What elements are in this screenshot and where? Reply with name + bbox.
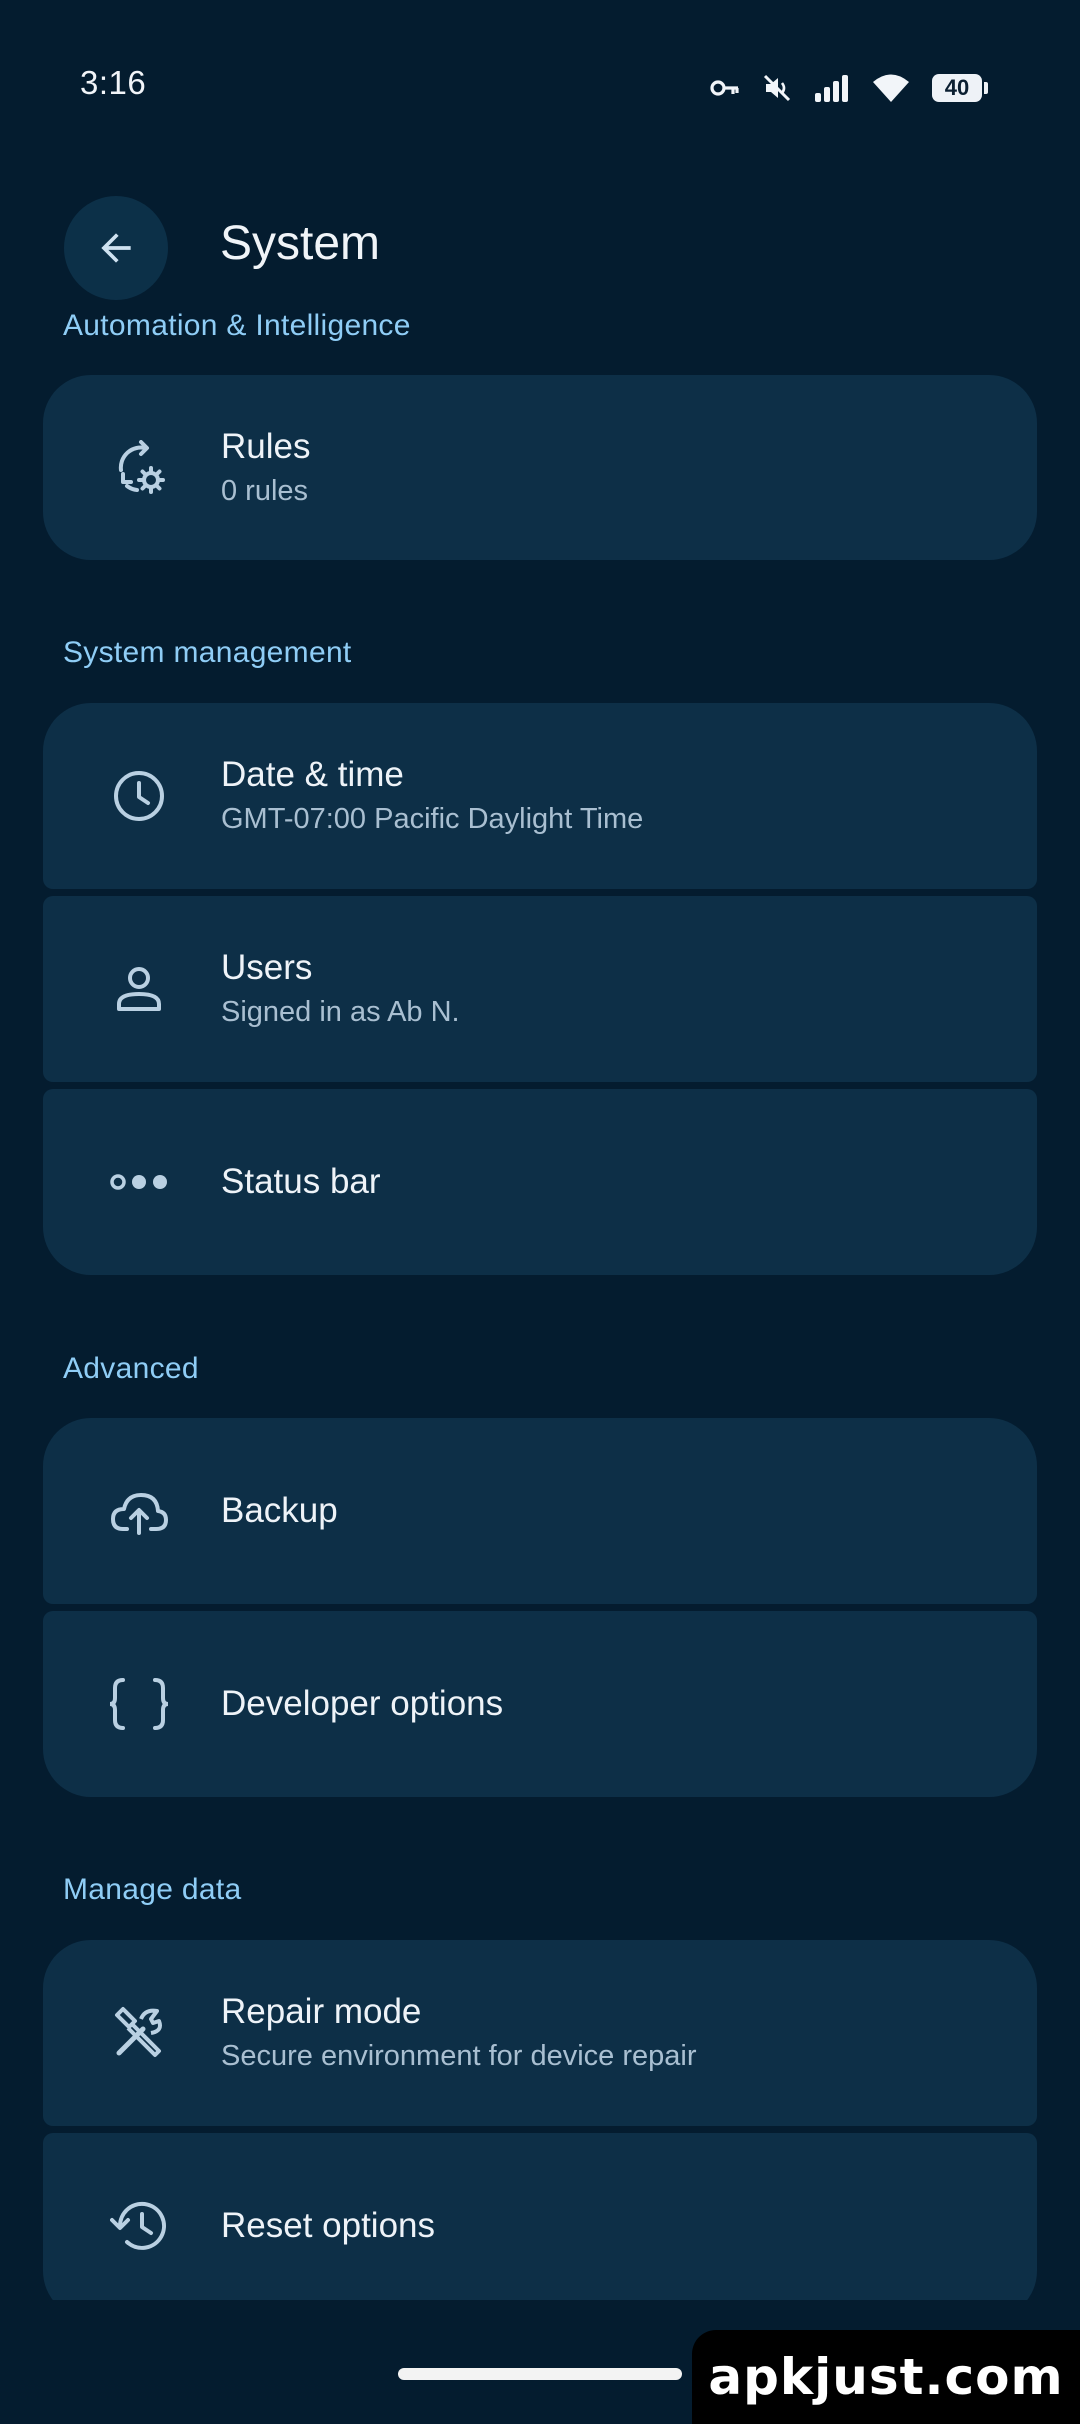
rules-title: Rules: [221, 426, 311, 466]
section-header-system-management: System management: [63, 636, 352, 669]
section-header-advanced: Advanced: [63, 1352, 199, 1385]
wifi-icon: [872, 73, 910, 103]
status-bar-item[interactable]: Status bar: [43, 1089, 1037, 1275]
rules-item[interactable]: Rules 0 rules: [43, 375, 1037, 560]
gesture-nav-handle[interactable]: [398, 2368, 682, 2380]
users-item[interactable]: Users Signed in as Ab N.: [43, 896, 1037, 1082]
vpn-key-icon: [710, 78, 740, 98]
rules-sync-gear-icon: [103, 432, 175, 504]
repair-mode-title: Repair mode: [221, 1992, 422, 2031]
page-title: System: [220, 217, 381, 270]
braces-icon: [103, 1668, 175, 1740]
users-title: Users: [221, 948, 313, 987]
backup-item[interactable]: Backup: [43, 1418, 1037, 1604]
status-time: 3:16: [80, 64, 147, 101]
developer-options-item[interactable]: Developer options: [43, 1611, 1037, 1797]
person-icon: [103, 953, 175, 1025]
watermark: apkjust.com: [692, 2330, 1080, 2424]
back-button[interactable]: [64, 196, 168, 300]
signal-icon: [814, 74, 850, 102]
backup-title: Backup: [221, 1491, 338, 1530]
battery-icon: 40: [932, 74, 988, 102]
repair-mode-item[interactable]: Repair mode Secure environment for devic…: [43, 1940, 1037, 2126]
status-icons: 40: [710, 64, 988, 112]
reset-options-title: Reset options: [221, 2206, 436, 2245]
dots-icon: [103, 1146, 175, 1218]
muted-icon: [762, 73, 792, 103]
battery-tip: [984, 82, 988, 94]
rules-subtitle: 0 rules: [221, 474, 309, 507]
cloud-upload-icon: [103, 1475, 175, 1547]
reset-options-item[interactable]: Reset options: [43, 2133, 1037, 2300]
clock-icon: [103, 760, 175, 832]
date-time-item[interactable]: Date & time GMT-07:00 Pacific Daylight T…: [43, 703, 1037, 889]
arrow-back-icon: [101, 233, 131, 263]
date-time-title: Date & time: [221, 755, 404, 794]
battery-level: 40: [932, 74, 982, 102]
users-subtitle: Signed in as Ab N.: [221, 996, 460, 1028]
date-time-subtitle: GMT-07:00 Pacific Daylight Time: [221, 803, 644, 835]
settings-list[interactable]: Automation & Intelligence Rules 0 rules …: [0, 310, 1080, 2300]
repair-mode-subtitle: Secure environment for device repair: [221, 2040, 697, 2072]
status-bar: 3:16 40: [0, 0, 1080, 150]
developer-options-title: Developer options: [221, 1684, 504, 1723]
app-bar: System: [0, 180, 1080, 310]
section-header-automation: Automation & Intelligence: [63, 310, 411, 342]
tools-icon: [103, 1997, 175, 2069]
status-bar-title: Status bar: [221, 1162, 381, 1201]
history-icon: [103, 2190, 175, 2262]
section-header-manage-data: Manage data: [63, 1873, 242, 1906]
